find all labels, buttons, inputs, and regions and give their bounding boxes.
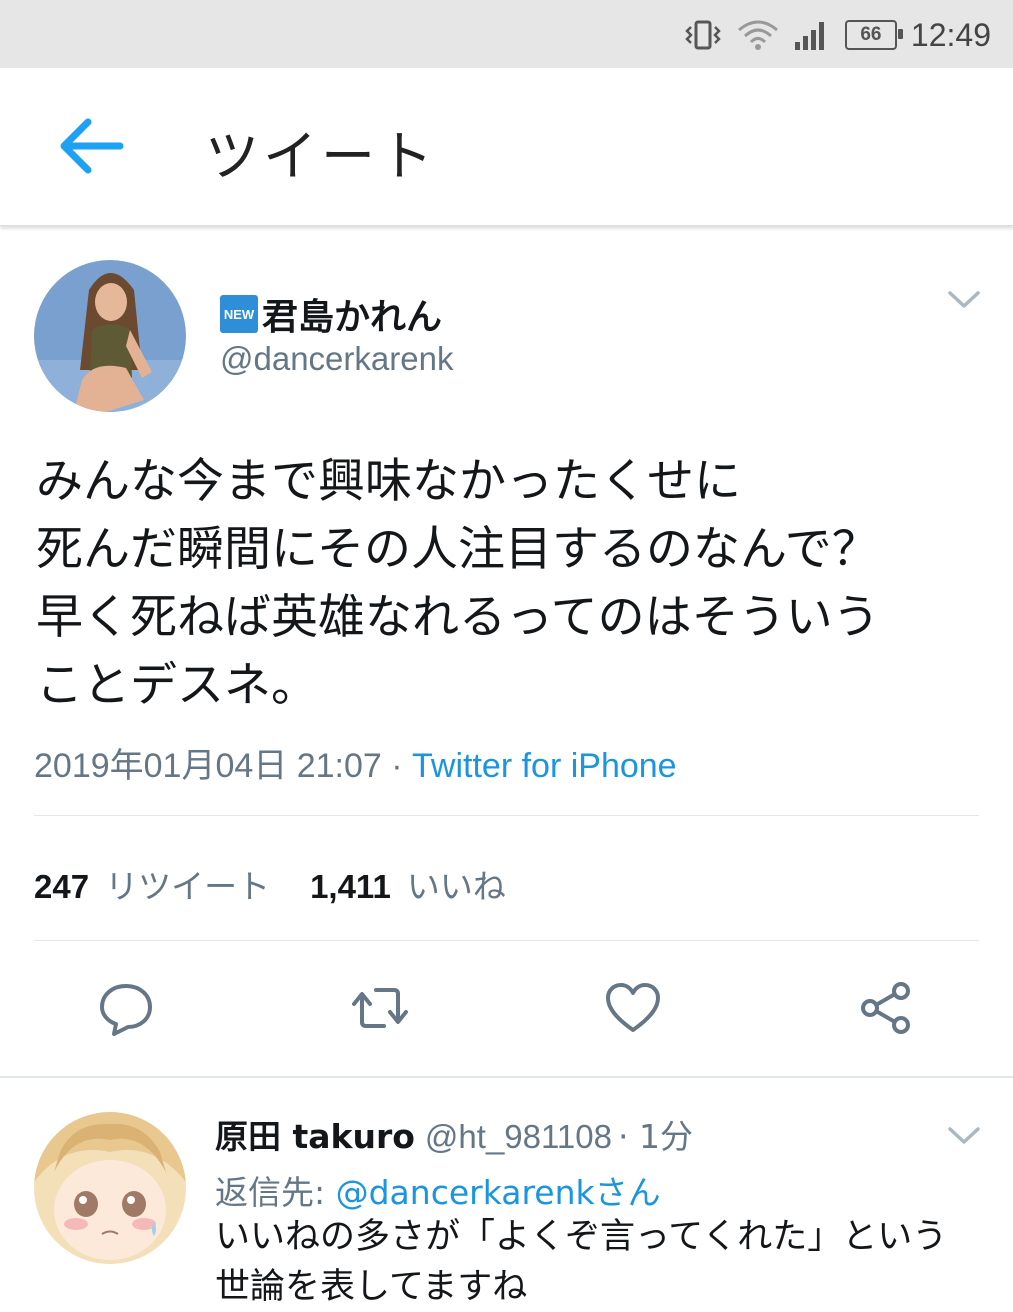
reply-to-link[interactable]: @dancerkarenkさん bbox=[336, 1173, 661, 1212]
reply-display-name[interactable]: 原田 takuro bbox=[215, 1110, 415, 1158]
retweet-count[interactable]: 247 bbox=[34, 868, 89, 906]
new-badge-icon: NEW bbox=[220, 295, 258, 333]
top-app-bar: ツイート bbox=[0, 68, 1013, 226]
retweet-icon[interactable] bbox=[350, 978, 410, 1038]
share-icon[interactable] bbox=[856, 978, 916, 1038]
page-title: ツイート bbox=[205, 125, 437, 188]
tweet-meta: 2019年01月04日 21:07 · Twitter for iPhone bbox=[34, 738, 677, 787]
tweet-text: みんな今まで興味なかったくせに 死んだ瞬間にその人注目するのなんで？ 早く死ねば… bbox=[36, 448, 986, 720]
reply-handle[interactable]: @ht_981108 bbox=[425, 1118, 612, 1156]
clock: 12:49 bbox=[910, 16, 991, 53]
back-arrow-icon[interactable] bbox=[54, 112, 130, 180]
status-icons: 66 12:49 bbox=[683, 14, 991, 56]
chevron-down-icon[interactable] bbox=[947, 1126, 981, 1146]
tweet-text-line: みんな今まで興味なかったくせに bbox=[36, 454, 741, 509]
engagement-stats: 247 リツイート 1,411 いいね bbox=[34, 860, 506, 908]
user-handle[interactable]: @dancerkarenk bbox=[220, 340, 453, 378]
reply-icon[interactable] bbox=[96, 978, 156, 1038]
battery-icon: 66 bbox=[844, 20, 903, 50]
tweet-text-line: 死んだ瞬間にその人注目するのなんで？ bbox=[36, 522, 879, 577]
reply-text: いいねの多さが「よくぞ言ってくれた」という 世論を表してますね bbox=[215, 1212, 995, 1312]
reply-to-prefix: 返信先: bbox=[215, 1173, 336, 1212]
like-label[interactable]: いいね bbox=[407, 860, 506, 908]
avatar[interactable] bbox=[34, 260, 186, 412]
section-divider bbox=[0, 1076, 1013, 1078]
chevron-down-icon[interactable] bbox=[947, 290, 981, 310]
battery-level: 66 bbox=[860, 24, 882, 45]
wifi-icon bbox=[737, 20, 778, 50]
meta-separator: · bbox=[381, 747, 413, 785]
divider bbox=[34, 940, 979, 941]
divider bbox=[34, 815, 979, 816]
like-icon[interactable] bbox=[603, 978, 663, 1038]
reply-time: · 1分 bbox=[617, 1117, 693, 1156]
reply-text-line: いいねの多さが「よくぞ言ってくれた」という bbox=[215, 1217, 948, 1257]
reply-header: 原田 takuro @ht_981108 · 1分 bbox=[215, 1110, 693, 1158]
vibrate-icon bbox=[685, 20, 721, 50]
status-bar: 66 12:49 bbox=[0, 0, 1013, 68]
reply-avatar[interactable] bbox=[34, 1112, 186, 1264]
reply-to: 返信先: @dancerkarenkさん bbox=[215, 1166, 661, 1214]
tweet-text-line: ことデスネ。 bbox=[36, 658, 318, 713]
reply-text-line: 世論を表してますね bbox=[215, 1267, 528, 1307]
tweet-text-line: 早く死ねば英雄なれるってのはそういう bbox=[36, 590, 880, 645]
author-name-row[interactable]: NEW 君島かれん bbox=[220, 288, 442, 340]
like-count[interactable]: 1,411 bbox=[310, 868, 391, 906]
display-name[interactable]: 君島かれん bbox=[262, 288, 442, 340]
source-link[interactable]: Twitter for iPhone bbox=[412, 747, 677, 785]
action-bar bbox=[0, 978, 1013, 1042]
retweet-label[interactable]: リツイート bbox=[105, 860, 270, 908]
timestamp: 2019年01月04日 21:07 bbox=[34, 747, 382, 785]
signal-icon bbox=[794, 22, 824, 50]
